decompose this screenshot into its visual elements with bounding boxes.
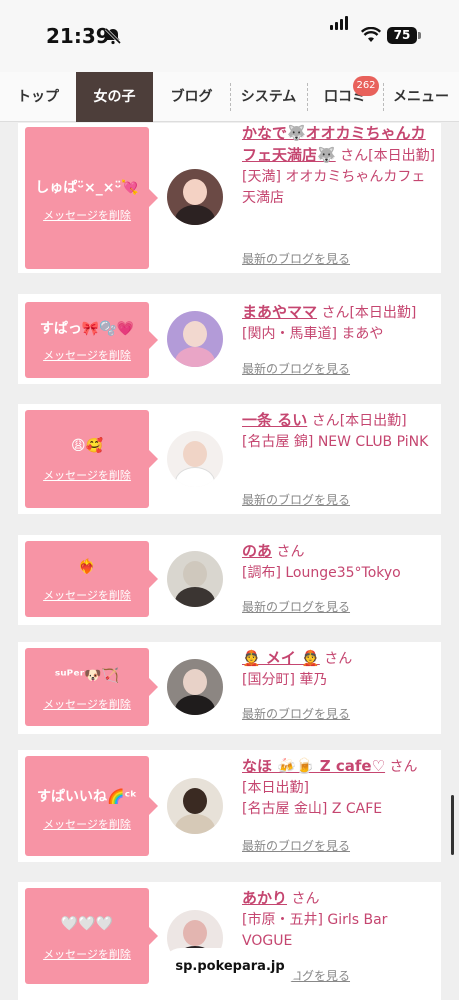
message-bubble: 😩🥰 メッセージを削除 (25, 410, 158, 508)
tab-system[interactable]: システム (230, 72, 307, 122)
message-text: ˢᵘᴾᵉʳ🐶🏹 (54, 668, 120, 684)
list-item: ˢᵘᴾᵉʳ🐶🏹 メッセージを削除 👲 メイ 👲 さん [国分町] 華乃 最新のブ… (18, 642, 441, 734)
message-text: すぱいいね🌈ᶜᵏ (36, 789, 138, 805)
girl-info: のあ さん [調布] Lounge35°Tokyo (242, 541, 436, 584)
list-item: 😩🥰 メッセージを削除 一条 るい さん[本日出勤] [名古屋 錦] NEW C… (18, 404, 441, 514)
list-item: ❤️‍🔥 メッセージを削除 のあ さん [調布] Lounge35°Tokyo … (18, 535, 441, 625)
avatar[interactable] (167, 778, 223, 834)
shop-location: [天満] オオカミちゃんカフェ天満店 (242, 169, 426, 206)
message-text: ❤️‍🔥 (78, 559, 96, 575)
message-text: 😩🥰 (70, 438, 104, 454)
shop-location: [名古屋 錦] NEW CLUB PiNK (242, 434, 429, 450)
attendance-status: [本日出勤] (368, 148, 436, 164)
address-bar-url[interactable]: sp.pokepara.jp (162, 948, 298, 986)
message-bubble: ❤️‍🔥 メッセージを削除 (25, 541, 158, 617)
honorific: さん (291, 891, 320, 907)
tab-blog[interactable]: ブログ (153, 72, 230, 122)
latest-blog-link[interactable]: 最新のブログを見る (242, 837, 350, 854)
girl-name-link[interactable]: あかり (242, 889, 287, 907)
latest-blog-link[interactable]: 最新のブログを見る (242, 491, 350, 508)
status-time: 21:39 (46, 24, 110, 48)
girl-name-link[interactable]: のあ (242, 542, 272, 560)
shop-location: [関内・馬車道] まあや (242, 326, 384, 342)
nav-tabs: トップ 女の子 ブログ システム 口コミ メニュー (0, 72, 459, 122)
honorific: さん (321, 305, 350, 321)
honorific: さん (276, 544, 305, 560)
list-item: すぱいいね🌈ᶜᵏ メッセージを削除 なほ 🍻🍺 Z cafe♡ さん [本日出勤]… (18, 750, 441, 862)
latest-blog-link[interactable]: 最新のブログを見る (242, 598, 350, 615)
girl-name-link[interactable]: なほ 🍻🍺 Z cafe♡ (242, 757, 385, 775)
avatar[interactable] (167, 551, 223, 607)
message-bubble: 🤍🤍🤍 メッセージを削除 (25, 888, 158, 984)
message-bubble: しゅぱᵕ̈×_×ᵕ̈💘 メッセージを削除 (25, 127, 158, 269)
delete-message-link[interactable]: メッセージを削除 (25, 207, 149, 223)
latest-blog-link[interactable]: 最新のブログを見る (242, 250, 350, 267)
girls-list: しゅぱᵕ̈×_×ᵕ̈💘 メッセージを削除 かなで🐺オオカミちゃんカフェ天満店🐺 … (0, 123, 459, 1000)
shop-location: [市原・五井] Girls Bar VOGUE (242, 912, 388, 949)
avatar[interactable] (167, 169, 223, 225)
girl-info: 👲 メイ 👲 さん [国分町] 華乃 (242, 648, 436, 691)
girl-name-link[interactable]: 👲 メイ 👲 (242, 649, 320, 667)
girl-name-link[interactable]: 一条 るい (242, 411, 307, 429)
shop-location: [調布] Lounge35°Tokyo (242, 565, 401, 581)
battery-tip (418, 32, 421, 39)
list-item: しゅぱᵕ̈×_×ᵕ̈💘 メッセージを削除 かなで🐺オオカミちゃんカフェ天満店🐺 … (18, 123, 441, 273)
girl-info: まあやママ さん[本日出勤] [関内・馬車道] まあや (242, 302, 436, 345)
tab-girls[interactable]: 女の子 (76, 72, 153, 122)
latest-blog-link[interactable]: 最新のブログを見る (242, 360, 350, 377)
avatar[interactable] (167, 431, 223, 487)
message-text: すぱっ🎀🫧💗 (39, 321, 135, 337)
girl-info: 一条 るい さん[本日出勤] [名古屋 錦] NEW CLUB PiNK (242, 410, 436, 453)
delete-message-link[interactable]: メッセージを削除 (25, 816, 149, 832)
wifi-icon (361, 27, 381, 42)
message-bubble: ˢᵘᴾᵉʳ🐶🏹 メッセージを削除 (25, 648, 158, 726)
delete-message-link[interactable]: メッセージを削除 (25, 347, 149, 363)
latest-blog-link[interactable]: 最新のブログを見る (242, 705, 350, 722)
girl-info: なほ 🍻🍺 Z cafe♡ さん [本日出勤] [名古屋 金山] Z CAFE (242, 756, 436, 820)
honorific: さん (324, 651, 353, 667)
message-bubble: すぱっ🎀🫧💗 メッセージを削除 (25, 302, 158, 378)
scrollbar[interactable] (451, 795, 454, 855)
honorific: さん (389, 759, 418, 775)
delete-message-link[interactable]: メッセージを削除 (25, 946, 149, 962)
avatar[interactable] (167, 659, 223, 715)
attendance-status: [本日出勤] (349, 305, 417, 321)
girl-info: あかり さん [市原・五井] Girls Bar VOGUE (242, 888, 436, 952)
reviews-count-badge: 262 (353, 76, 379, 96)
honorific: さん (311, 413, 340, 429)
battery-icon: 75 (387, 27, 417, 44)
attendance-status: [本日出勤] (339, 413, 407, 429)
delete-message-link[interactable]: メッセージを削除 (25, 696, 149, 712)
shop-location: [名古屋 金山] Z CAFE (242, 801, 383, 817)
tab-menu[interactable]: メニュー (383, 72, 459, 122)
list-item: すぱっ🎀🫧💗 メッセージを削除 まあやママ さん[本日出勤] [関内・馬車道] … (18, 294, 441, 384)
delete-message-link[interactable]: メッセージを削除 (25, 467, 149, 483)
status-bar: 21:39 75 (0, 0, 459, 72)
shop-location: [国分町] 華乃 (242, 672, 328, 688)
tab-top[interactable]: トップ (0, 72, 76, 122)
message-text: しゅぱᵕ̈×_×ᵕ̈💘 (35, 180, 139, 196)
girl-name-link[interactable]: まあやママ (242, 303, 317, 321)
attendance-status: [本日出勤] (242, 780, 309, 796)
delete-message-link[interactable]: メッセージを削除 (25, 587, 149, 603)
bell-muted-icon (104, 27, 122, 45)
honorific: さん (340, 148, 369, 164)
avatar[interactable] (167, 311, 223, 367)
message-text: 🤍🤍🤍 (60, 916, 114, 932)
message-bubble: すぱいいね🌈ᶜᵏ メッセージを削除 (25, 756, 158, 856)
girl-info: かなで🐺オオカミちゃんカフェ天満店🐺 さん[本日出勤] [天満] オオカミちゃん… (242, 123, 436, 209)
